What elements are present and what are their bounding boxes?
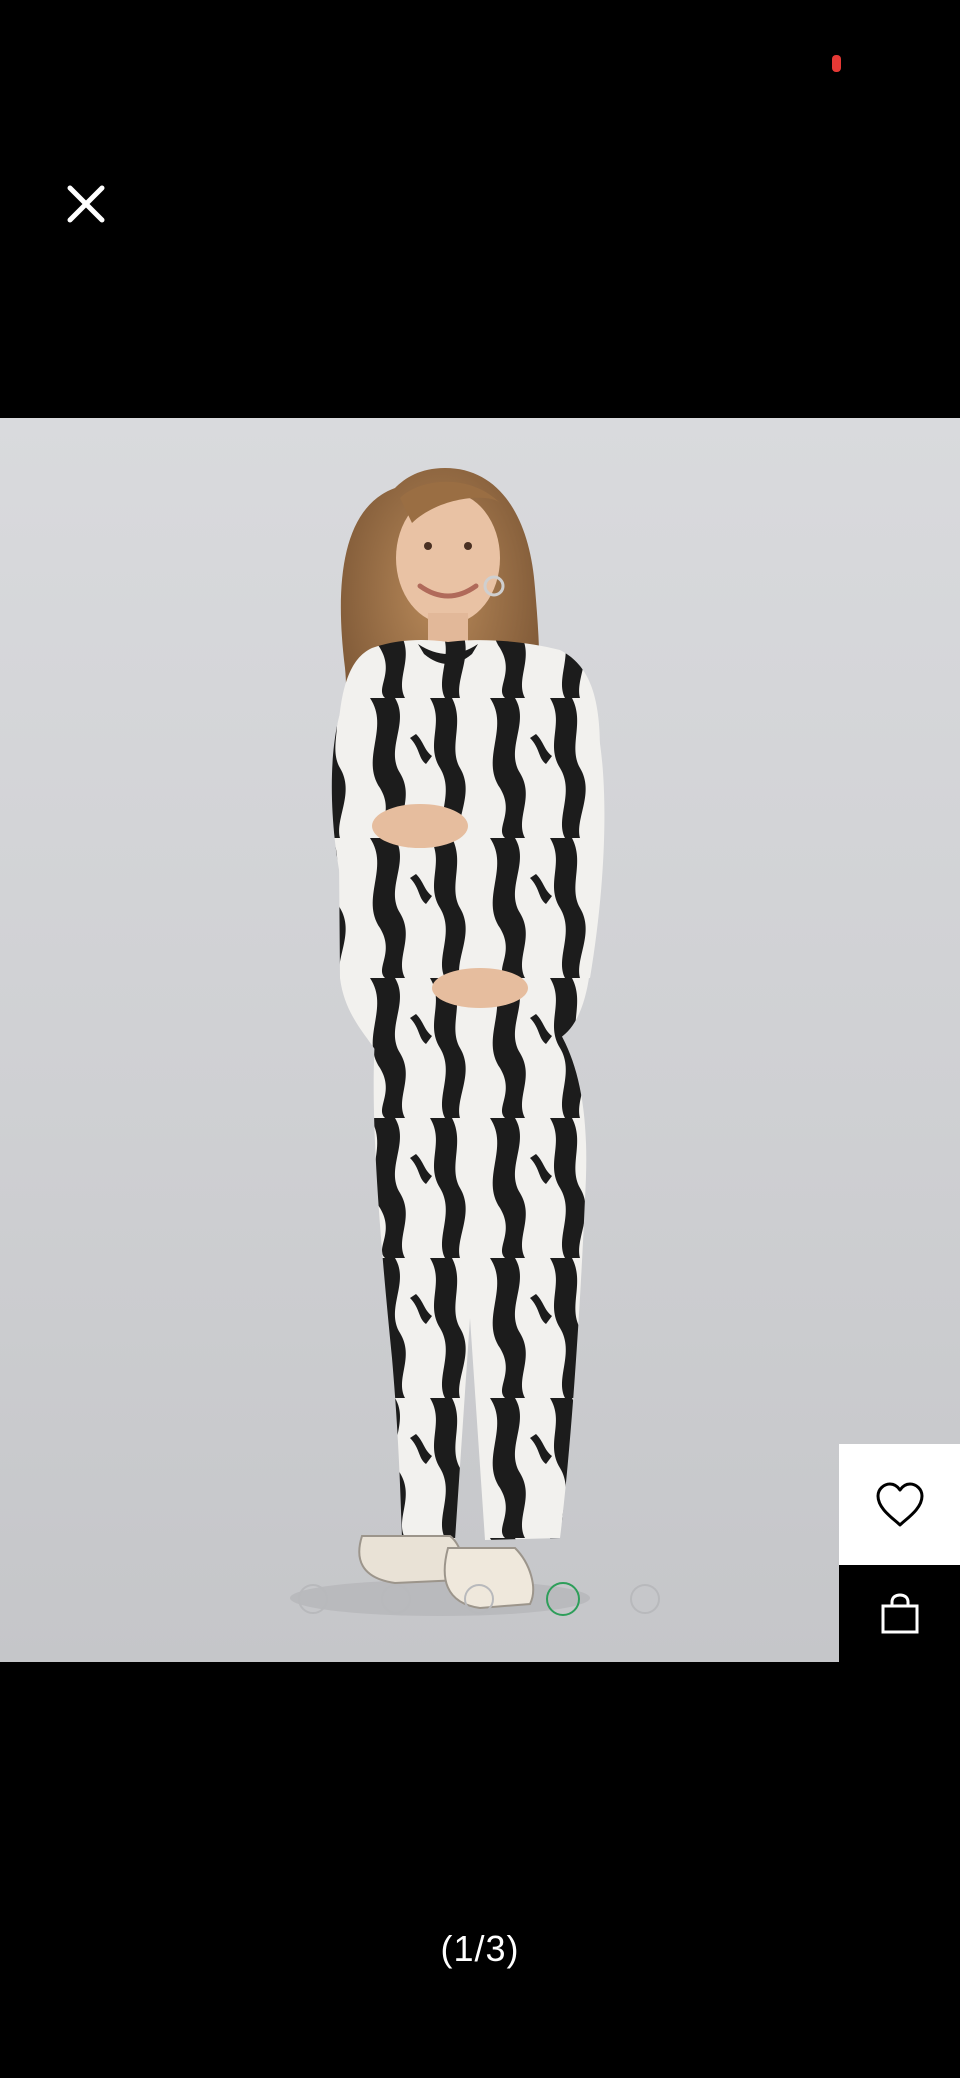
pagination-dot[interactable] (630, 1584, 660, 1614)
product-image[interactable] (0, 418, 960, 1662)
wishlist-button[interactable] (839, 1444, 960, 1565)
pagination-dot[interactable] (464, 1584, 494, 1614)
image-counter: (1/3) (440, 1928, 520, 1969)
pagination-dot[interactable] (298, 1584, 328, 1614)
product-photo-model (290, 468, 605, 1616)
shopping-bag-icon (881, 1592, 918, 1633)
add-to-bag-button[interactable] (839, 1565, 960, 1662)
close-icon (67, 185, 105, 223)
pagination-dot-active[interactable] (546, 1582, 580, 1616)
close-button[interactable] (58, 176, 114, 232)
recording-indicator (832, 55, 841, 72)
pagination-dot[interactable] (381, 1584, 411, 1614)
heart-icon (876, 1482, 923, 1526)
image-pagination (0, 1582, 960, 1618)
